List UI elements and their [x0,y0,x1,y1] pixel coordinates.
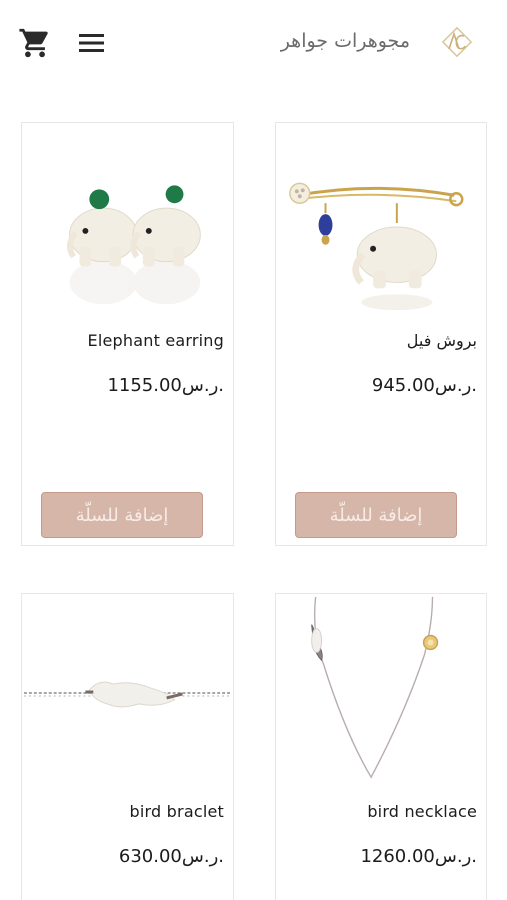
product-card[interactable]: bird necklace 1260.00ر.س. [275,593,487,900]
product-price: 945.00ر.س. [371,375,477,396]
product-name[interactable]: Elephant earring [88,331,224,350]
product-name[interactable]: bird necklace [367,802,477,821]
product-image-bird-bracelet[interactable] [22,594,233,790]
product-image-bird-necklace[interactable] [276,594,486,790]
add-to-cart-button[interactable]: إضافة للسلّة [41,492,203,538]
product-price: 1155.00ر.س. [107,375,224,396]
product-card[interactable]: بروش فيل 945.00ر.س. إضافة للسلّة [275,122,487,546]
shopping-cart-icon[interactable] [18,26,52,60]
product-name[interactable]: بروش فيل [407,331,477,350]
product-price: 630.00ر.س. [118,846,224,867]
product-price: 1260.00ر.س. [360,846,477,867]
product-image-elephant-brooch[interactable] [276,123,486,323]
brand-name[interactable]: مجوهرات جواهر [281,30,410,52]
jawaher-logo-icon[interactable] [437,22,477,62]
product-name[interactable]: bird braclet [130,802,224,821]
product-image-elephant-earring[interactable] [22,123,233,323]
product-card[interactable]: Elephant earring 1155.00ر.س. إضافة للسلّ… [21,122,234,546]
product-card[interactable]: bird braclet 630.00ر.س. [21,593,234,900]
hamburger-menu-icon[interactable] [76,28,108,58]
top-header: مجوهرات جواهر [0,0,507,88]
add-to-cart-button[interactable]: إضافة للسلّة [295,492,457,538]
